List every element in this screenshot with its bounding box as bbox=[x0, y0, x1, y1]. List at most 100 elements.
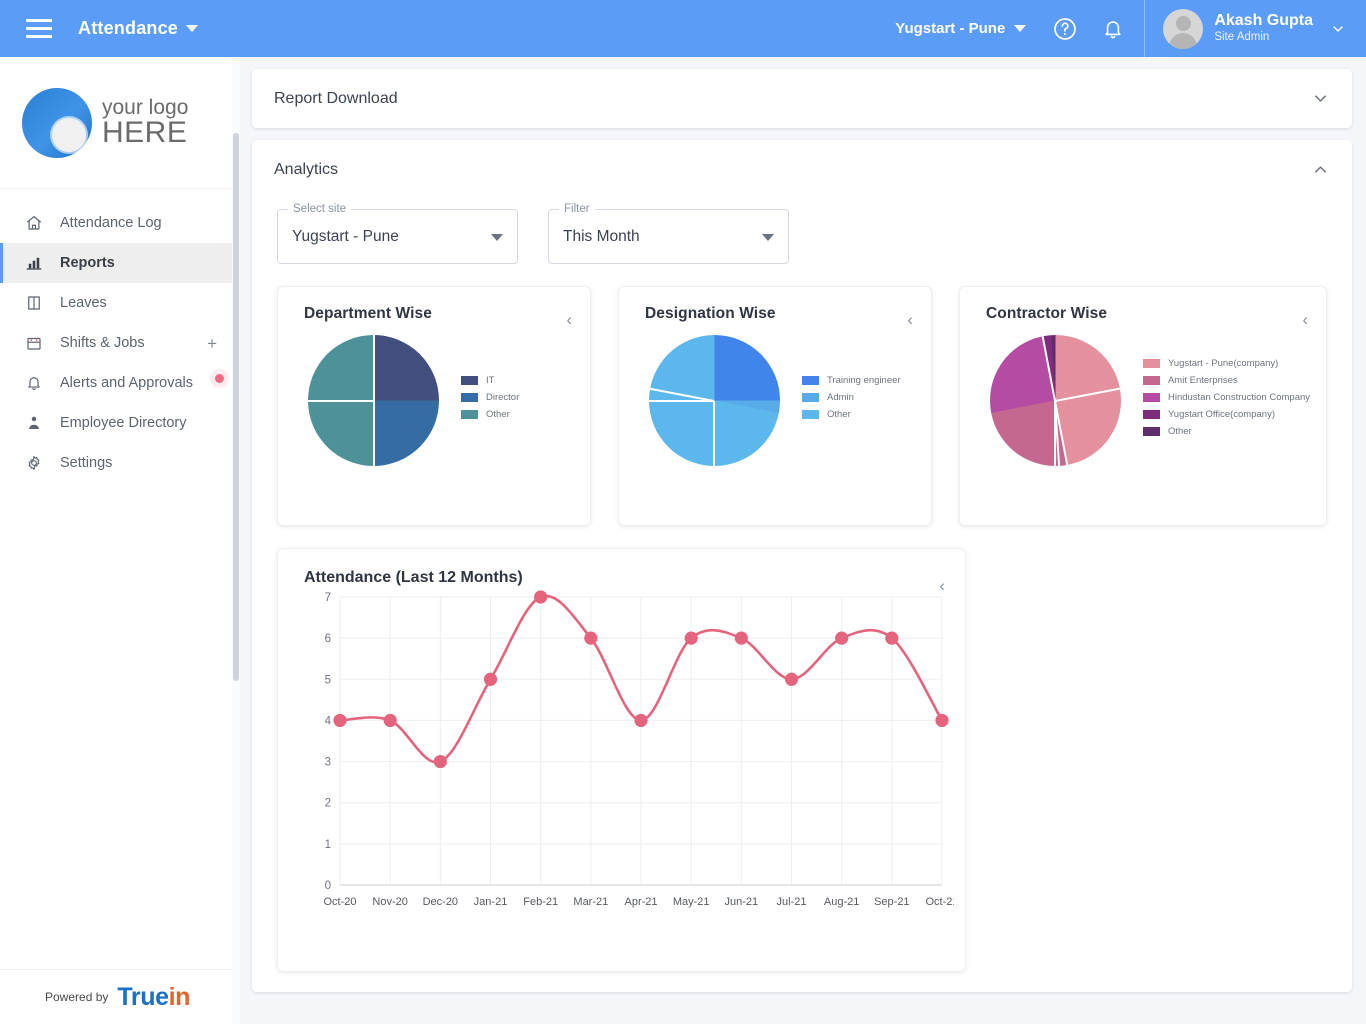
calendar-icon bbox=[24, 334, 44, 352]
logo-line-2: HERE bbox=[102, 116, 188, 149]
legend-label: Director bbox=[486, 392, 520, 403]
svg-text:5: 5 bbox=[325, 674, 331, 686]
app-title-dropdown[interactable]: Attendance bbox=[78, 18, 199, 39]
legend-item: Other bbox=[461, 409, 519, 420]
pie-cards-row: Department Wise ‹ IT Director Other Desi… bbox=[252, 264, 1352, 526]
svg-text:Feb-21: Feb-21 bbox=[523, 896, 558, 908]
brand-part-1: True bbox=[117, 982, 169, 1011]
hamburger-icon[interactable] bbox=[26, 19, 52, 39]
legend-label: Other bbox=[486, 409, 510, 420]
attendance-line-chart: 0 1 2 3 4 5 6 7 Oct-20 Nov-20 Dec-20 Jan-21 Feb-21 Ma… bbox=[323, 590, 954, 908]
user-role: Site Admin bbox=[1214, 31, 1270, 44]
svg-text:Mar-21: Mar-21 bbox=[573, 896, 608, 908]
sidebar-item-label: Employee Directory bbox=[60, 415, 187, 431]
sidebar-scrollbar-thumb[interactable] bbox=[233, 133, 239, 681]
svg-text:7: 7 bbox=[325, 592, 331, 604]
report-download-title: Report Download bbox=[274, 89, 398, 107]
logo: your logo HERE bbox=[0, 57, 235, 189]
svg-text:3: 3 bbox=[325, 757, 331, 769]
svg-text:0: 0 bbox=[325, 880, 331, 892]
back-arrow-icon[interactable]: ‹ bbox=[566, 311, 572, 328]
truein-logo: Truein bbox=[117, 983, 190, 1012]
legend-swatch bbox=[461, 393, 478, 402]
svg-text:Oct-21: Oct-21 bbox=[925, 896, 954, 908]
analytics-panel: Analytics Select site Yugstart - Pune Fi… bbox=[252, 140, 1352, 992]
legend-swatch bbox=[461, 376, 478, 385]
top-bar-right: Yugstart - Pune Akash Gupta Site Admin bbox=[895, 0, 1366, 57]
user-tie-icon bbox=[24, 414, 44, 432]
sidebar-item-shifts-and-jobs[interactable]: Shifts & Jobs + bbox=[0, 323, 235, 363]
analytics-title: Analytics bbox=[274, 160, 339, 178]
legend-item: Amit Enterprises bbox=[1142, 375, 1310, 386]
legend-label: Yugstart - Pune(company) bbox=[1167, 358, 1279, 369]
legend-swatch bbox=[1142, 376, 1160, 385]
legend-item: Yugstart - Pune(company) bbox=[1142, 358, 1310, 369]
select-site-dropdown[interactable]: Select site Yugstart - Pune bbox=[277, 203, 518, 264]
caret-down-icon bbox=[1014, 25, 1027, 32]
contractor-wise-legend: Yugstart - Pune(company) Amit Enterprise… bbox=[1142, 358, 1310, 443]
legend-swatch bbox=[461, 410, 478, 419]
legend-item: Admin bbox=[801, 392, 901, 403]
legend-swatch bbox=[801, 410, 819, 419]
sidebar-item-label: Reports bbox=[60, 255, 115, 271]
sidebar-item-reports[interactable]: Reports bbox=[0, 243, 235, 283]
svg-text:4: 4 bbox=[325, 715, 332, 727]
legend-swatch bbox=[801, 376, 819, 385]
legend-swatch bbox=[801, 393, 819, 402]
top-bar: Attendance Yugstart - Pune Akash Gupta S… bbox=[0, 0, 1366, 57]
sidebar-item-alerts-and-approvals[interactable]: Alerts and Approvals bbox=[0, 363, 235, 403]
legend-label: IT bbox=[486, 375, 495, 386]
bar-chart-icon bbox=[24, 254, 44, 272]
back-arrow-icon[interactable]: ‹ bbox=[939, 577, 945, 594]
sidebar-item-label: Settings bbox=[60, 455, 113, 471]
report-download-header[interactable]: Report Download bbox=[252, 69, 1352, 128]
contractor-wise-card: Contractor Wise ‹ Yugstart - Pune(compan… bbox=[958, 286, 1328, 526]
legend-item: Other bbox=[801, 409, 901, 420]
report-download-panel: Report Download bbox=[252, 69, 1352, 128]
sidebar-spacer bbox=[0, 726, 235, 969]
alert-badge-dot bbox=[215, 373, 224, 383]
svg-text:Aug-21: Aug-21 bbox=[824, 896, 859, 908]
legend-item: Yugstart Office(company) bbox=[1142, 409, 1310, 420]
svg-text:May-21: May-21 bbox=[673, 896, 710, 908]
back-arrow-icon[interactable]: ‹ bbox=[907, 311, 913, 328]
sidebar-item-leaves[interactable]: Leaves bbox=[0, 283, 235, 323]
svg-text:1: 1 bbox=[325, 839, 331, 851]
avatar bbox=[1163, 8, 1204, 49]
question-circle-icon[interactable] bbox=[1048, 12, 1082, 46]
svg-text:Sep-21: Sep-21 bbox=[874, 896, 909, 908]
site-switcher-label: Yugstart - Pune bbox=[895, 20, 1006, 37]
sidebar-item-settings[interactable]: Settings bbox=[0, 443, 235, 483]
back-arrow-icon[interactable]: ‹ bbox=[1302, 311, 1308, 328]
bell-icon bbox=[24, 374, 44, 392]
add-shift-icon[interactable]: + bbox=[207, 335, 217, 352]
site-switcher[interactable]: Yugstart - Pune bbox=[895, 20, 1027, 37]
legend-item: Director bbox=[461, 392, 519, 403]
designation-wise-legend: Training engineer Admin Other bbox=[801, 375, 901, 426]
bell-icon[interactable] bbox=[1096, 12, 1130, 46]
svg-text:Nov-20: Nov-20 bbox=[372, 896, 407, 908]
legend-label: Yugstart Office(company) bbox=[1167, 409, 1275, 420]
filter-dropdown[interactable]: Filter This Month bbox=[548, 203, 789, 264]
legend-swatch bbox=[1142, 393, 1160, 402]
powered-by-label: Powered by bbox=[45, 990, 109, 1004]
legend-item: Hindustan Construction Company bbox=[1142, 392, 1310, 403]
sidebar: your logo HERE Attendance Log Reports Le… bbox=[0, 57, 236, 1024]
legend-swatch bbox=[1142, 410, 1160, 419]
chevron-down-icon[interactable] bbox=[1311, 89, 1330, 108]
dropdown-arrow-icon bbox=[491, 233, 503, 241]
logo-line-1: your logo bbox=[102, 96, 189, 119]
user-menu[interactable]: Akash Gupta Site Admin bbox=[1144, 0, 1366, 57]
brand-part-2: in bbox=[168, 982, 191, 1011]
analytics-header[interactable]: Analytics bbox=[252, 140, 1352, 199]
legend-label: Other bbox=[1167, 426, 1192, 437]
svg-text:2: 2 bbox=[325, 798, 331, 810]
svg-text:Jan-21: Jan-21 bbox=[474, 896, 508, 908]
chevron-up-icon[interactable] bbox=[1311, 160, 1330, 179]
legend-label: Amit Enterprises bbox=[1167, 375, 1238, 386]
main-content: Report Download Analytics Select site Yu… bbox=[241, 57, 1366, 1024]
sidebar-item-attendance-log[interactable]: Attendance Log bbox=[0, 203, 235, 243]
department-wise-pie-chart bbox=[307, 334, 439, 467]
user-name: Akash Gupta bbox=[1214, 11, 1313, 29]
sidebar-item-employee-directory[interactable]: Employee Directory bbox=[0, 403, 235, 443]
